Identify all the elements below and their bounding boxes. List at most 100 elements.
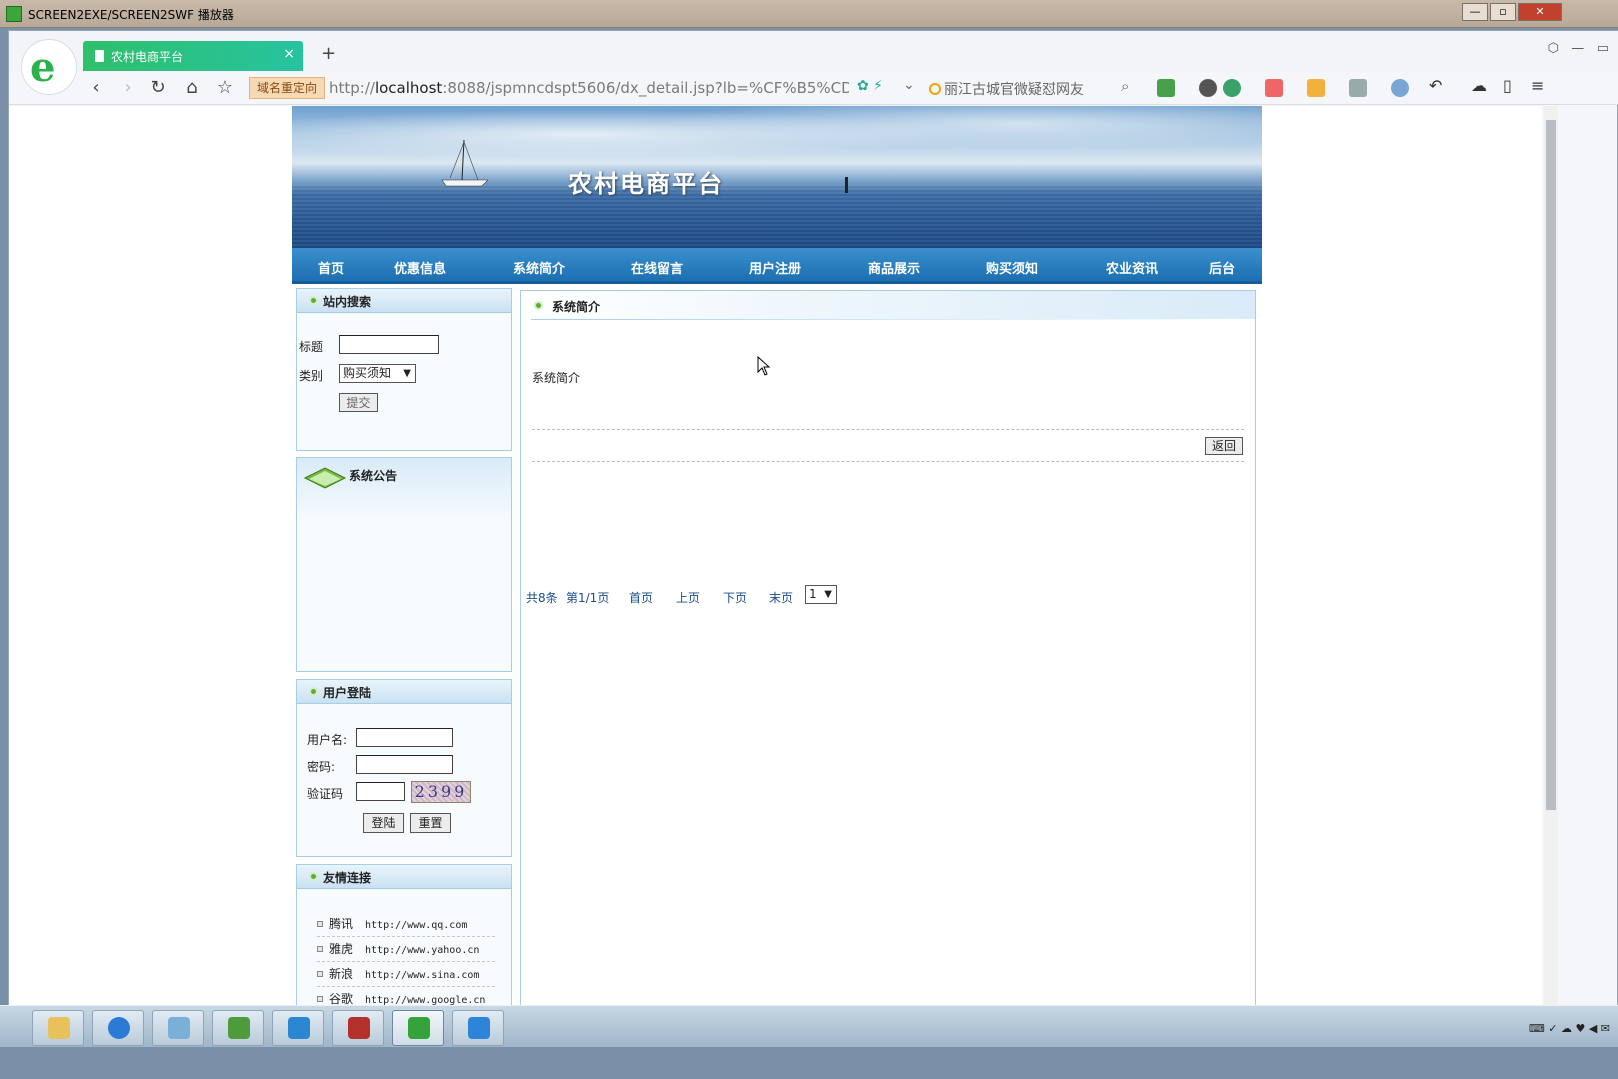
reset-button[interactable]: 重置	[410, 813, 451, 833]
scrollbar-thumb[interactable]	[1546, 120, 1556, 810]
main-panel-header: 系统简介	[521, 291, 1255, 319]
tab-close-icon[interactable]: ×	[283, 46, 295, 62]
category-select[interactable]: 购买须知 ▼	[339, 364, 416, 383]
folder-icon	[48, 1017, 70, 1039]
search-panel: 站内搜索 标题 类别 购买须知 ▼ 提交	[296, 288, 512, 451]
notice-panel-title: 系统公告	[349, 469, 398, 483]
main-panel-title: 系统简介	[552, 300, 601, 314]
menu-icon[interactable]: ≡	[1531, 76, 1544, 95]
forward-button[interactable]: ›	[117, 77, 139, 98]
system-tray[interactable]: ⌨ ✓ ☁ ♥ ◀ ✉	[1529, 1022, 1610, 1035]
taskbar-app3[interactable]	[152, 1010, 204, 1046]
page-select[interactable]: 1 ▼	[805, 585, 837, 604]
prev-page-link[interactable]: 上页	[676, 589, 700, 606]
nav-item-messages[interactable]: 在线留言	[631, 258, 683, 277]
maximize-button[interactable]: ▫	[1490, 3, 1516, 21]
nav-item-purchase-notes[interactable]: 购买须知	[986, 258, 1038, 277]
undo-icon[interactable]: ↶	[1429, 76, 1442, 95]
search-panel-title: 站内搜索	[323, 295, 372, 309]
pdf-icon[interactable]	[1265, 79, 1283, 97]
nav-item-admin[interactable]: 后台	[1209, 258, 1235, 277]
url-field[interactable]: http://localhost:8088/jspmncdspt5606/dx_…	[329, 79, 849, 97]
apps-icon[interactable]	[1157, 79, 1175, 97]
browser-logo-icon[interactable]: e	[21, 39, 77, 95]
next-page-link[interactable]: 下页	[723, 589, 747, 606]
nav-item-home[interactable]: 首页	[318, 258, 344, 277]
bullet-icon	[309, 296, 318, 305]
first-page-link[interactable]: 首页	[629, 589, 653, 606]
home-button[interactable]: ⌂	[181, 77, 203, 98]
search-panel-header: 站内搜索	[297, 289, 511, 313]
submit-search-button[interactable]: 提交	[339, 393, 378, 412]
url-host: localhost	[374, 79, 443, 97]
vertical-scrollbar[interactable]	[1544, 106, 1558, 1026]
link-item[interactable]: 腾讯 http://www.qq.com	[317, 915, 495, 937]
link-name: 谷歌	[329, 992, 354, 1006]
taskbar-app4[interactable]	[212, 1010, 264, 1046]
bullet-square-icon	[317, 971, 323, 977]
shield-icon[interactable]	[1223, 79, 1241, 97]
banner-sea	[292, 184, 1262, 248]
nav-item-products[interactable]: 商品展示	[868, 258, 920, 277]
taskbar-wps[interactable]	[452, 1010, 504, 1046]
nav-item-agri-news[interactable]: 农业资讯	[1106, 258, 1158, 277]
detail-body: 系统简介	[532, 371, 581, 385]
taskbar-winrar[interactable]	[332, 1010, 384, 1046]
close-button[interactable]: ✕	[1518, 3, 1562, 21]
login-panel-title: 用户登陆	[323, 686, 372, 700]
redirect-badge[interactable]: 域名重定向	[249, 77, 325, 99]
sailboat-image	[441, 139, 488, 187]
page-viewport: 农村电商平台 首页 优惠信息 系统简介 在线留言 用户注册 商品展示 购买须知 …	[9, 106, 1542, 1031]
zoom-icon[interactable]	[1391, 79, 1409, 97]
captcha-input[interactable]	[356, 782, 405, 801]
cloud-icon[interactable]: ☁	[1471, 76, 1487, 95]
sogou-icon	[108, 1017, 130, 1039]
screenshot-icon[interactable]	[1307, 79, 1325, 97]
page-icon	[95, 50, 104, 62]
tab-bar: e 农村电商平台 × + ⬡ — ▭	[9, 31, 1618, 95]
last-page-link[interactable]: 末页	[769, 589, 793, 606]
link-item[interactable]: 雅虎 http://www.yahoo.cn	[317, 940, 495, 962]
page-indicator: 第1/1页	[566, 591, 610, 605]
password-label: 密码:	[307, 760, 336, 774]
back-button[interactable]: ‹	[85, 77, 107, 98]
chevron-down-icon[interactable]: ⌄	[903, 77, 915, 93]
nav-item-offers[interactable]: 优惠信息	[394, 258, 446, 277]
divider	[532, 429, 1244, 430]
nav-item-register[interactable]: 用户注册	[749, 258, 801, 277]
nav-item-about[interactable]: 系统简介	[513, 258, 565, 277]
back-button[interactable]: 返回	[1205, 437, 1243, 455]
search-icon[interactable]: ⌕	[1121, 77, 1129, 95]
favorite-button[interactable]: ☆	[214, 77, 236, 98]
search-field[interactable]: 丽江古城官微疑怼网友	[929, 79, 1084, 99]
minimize-button[interactable]: —	[1462, 3, 1488, 21]
links-panel-title: 友情连接	[323, 871, 372, 885]
buoy-image	[845, 177, 848, 193]
link-url: http://www.yahoo.cn	[365, 945, 480, 956]
link-item[interactable]: 新浪 http://www.sina.com	[317, 965, 495, 987]
search-engine-icon	[929, 83, 941, 95]
reload-button[interactable]: ↻	[147, 77, 169, 98]
bullet-square-icon	[317, 946, 323, 952]
new-tab-button[interactable]: +	[321, 43, 336, 64]
notice-panel: 系统公告	[296, 457, 512, 672]
mouse-cursor-icon	[757, 356, 771, 376]
taskbar-sogou[interactable]	[92, 1010, 144, 1046]
extension-icon[interactable]	[1199, 79, 1217, 97]
tab-active[interactable]: 农村电商平台 ×	[83, 41, 303, 71]
bookmark-icon[interactable]: ▯	[1503, 76, 1512, 95]
username-input[interactable]	[356, 728, 453, 747]
bullet-icon	[309, 687, 318, 696]
taskbar-explorer[interactable]	[32, 1010, 84, 1046]
login-button[interactable]: 登陆	[363, 813, 404, 833]
password-input[interactable]	[356, 755, 453, 774]
player-title-bar: SCREEN2EXE/SCREEN2SWF 播放器 — ▫ ✕	[0, 0, 1618, 28]
speed-icon[interactable]: ✿ ⚡	[857, 78, 883, 94]
title-search-input[interactable]	[339, 335, 439, 354]
captcha-image[interactable]: 2399	[411, 781, 471, 803]
image-icon[interactable]	[1349, 79, 1367, 97]
window-controls[interactable]: ⬡ — ▭	[1548, 41, 1609, 56]
header-divider	[531, 319, 1231, 320]
taskbar-app5[interactable]	[272, 1010, 324, 1046]
taskbar-player[interactable]	[392, 1010, 444, 1046]
